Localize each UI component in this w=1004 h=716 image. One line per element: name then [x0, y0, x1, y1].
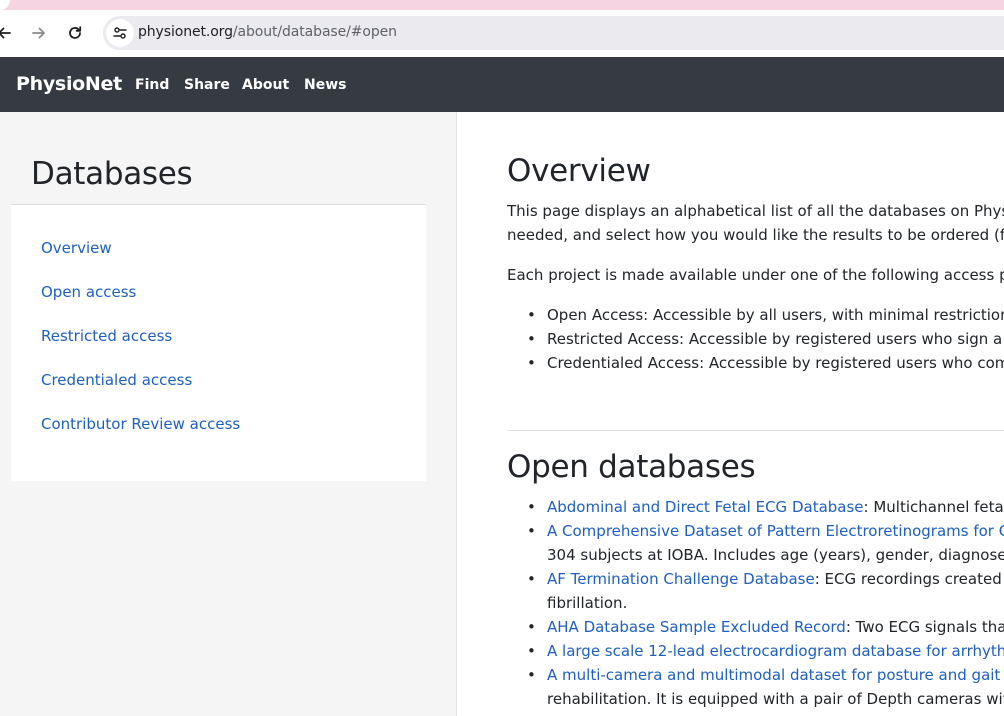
forward-arrow-icon [32, 27, 45, 39]
database-link[interactable]: Abdominal and Direct Fetal ECG Database [547, 498, 864, 516]
back-button[interactable] [0, 20, 17, 46]
nav-link-share[interactable]: Share [184, 77, 230, 93]
database-item: A multi-camera and multimodal dataset fo… [527, 666, 1004, 684]
back-arrow-icon [0, 27, 11, 39]
sidebar: Databases Overview Open access Restricte… [0, 112, 457, 716]
database-link[interactable]: A multi-camera and multimodal dataset fo… [547, 666, 1004, 684]
overview-heading: Overview [507, 153, 651, 189]
url-host: physionet.org [138, 24, 233, 40]
database-link[interactable]: A Comprehensive Dataset of Pattern Elect… [547, 522, 1004, 540]
database-desc: : Multichannel fetal elec [863, 498, 1004, 516]
browser-tabstrip [0, 0, 1004, 10]
browser-toolbar: physionet.org/about/database/#open [0, 10, 1004, 57]
site-info-icon [113, 27, 127, 39]
nav-link-news[interactable]: News [304, 77, 346, 93]
database-link[interactable]: AHA Database Sample Excluded Record [547, 618, 846, 636]
brand-logo[interactable]: PhysioNet [16, 73, 122, 95]
database-desc-continued: rehabilitation. It is equipped with a pa… [547, 690, 1004, 708]
database-link[interactable]: A large scale 12-lead electrocardiogram … [547, 642, 1004, 660]
url-path: /about/database/#open [232, 24, 397, 40]
database-desc: : ECG recordings created for t [814, 570, 1004, 588]
sidebar-menu: Overview Open access Restricted access C… [11, 204, 426, 481]
section-divider [507, 430, 1004, 431]
database-link[interactable]: AF Termination Challenge Database [547, 570, 815, 588]
database-item: A Comprehensive Dataset of Pattern Elect… [527, 522, 1004, 540]
database-desc: : Two ECG signals that we [845, 618, 1004, 636]
database-item: AHA Database Sample Excluded Record: Two… [527, 618, 1004, 636]
sidebar-title: Databases [31, 156, 193, 192]
reload-button[interactable] [62, 20, 88, 46]
sidebar-item-open-access[interactable]: Open access [41, 283, 136, 301]
database-item: A large scale 12-lead electrocardiogram … [527, 642, 1004, 660]
access-item-credentialed: Credentialed Access: Accessible by regis… [527, 354, 1004, 372]
nav-link-find[interactable]: Find [135, 77, 169, 93]
database-item: Abdominal and Direct Fetal ECG Database:… [527, 498, 1004, 516]
nav-link-about[interactable]: About [242, 77, 289, 93]
site-navbar: PhysioNet Find Share About News [0, 57, 1004, 112]
url-text: physionet.org/about/database/#open [138, 24, 397, 40]
access-item-restricted: Restricted Access: Accessible by registe… [527, 330, 1004, 348]
site-info-button[interactable] [106, 19, 134, 47]
sidebar-item-credentialed-access[interactable]: Credentialed access [41, 371, 192, 389]
sidebar-item-contributor-review-access[interactable]: Contributor Review access [41, 415, 240, 433]
intro-line-2: needed, and select how you would like th… [507, 226, 1004, 244]
access-item-open: Open Access: Accessible by all users, wi… [527, 306, 1004, 324]
database-item: AF Termination Challenge Database: ECG r… [527, 570, 1004, 588]
intro-line-1: This page displays an alphabetical list … [507, 202, 1004, 220]
database-desc-continued: fibrillation. [547, 594, 628, 612]
sidebar-item-restricted-access[interactable]: Restricted access [41, 327, 172, 345]
database-desc-continued: 304 subjects at IOBA. Includes age (year… [547, 546, 1004, 564]
access-intro: Each project is made available under one… [507, 266, 1004, 284]
reload-icon [69, 26, 82, 39]
sidebar-item-overview[interactable]: Overview [41, 239, 112, 257]
tab-edge [0, 0, 10, 10]
main-content: Overview This page displays an alphabeti… [507, 112, 1004, 716]
open-databases-heading: Open databases [507, 449, 756, 485]
forward-button[interactable] [26, 20, 52, 46]
address-bar[interactable]: physionet.org/about/database/#open [103, 16, 1004, 50]
